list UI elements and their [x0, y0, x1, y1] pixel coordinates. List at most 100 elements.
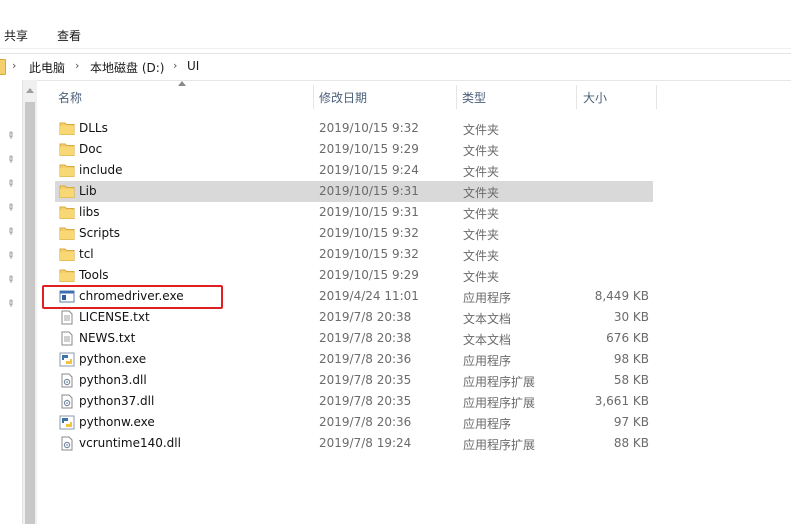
file-type: 应用程序扩展 [463, 396, 536, 410]
scrollbar-thumb[interactable] [25, 102, 35, 524]
navigation-pane[interactable]: ✎ ✎ ✎ ✎ ✎ ✎ ✎ ✎ [0, 80, 22, 524]
file-row[interactable]: python37.dll 2019/7/8 20:35 应用程序扩展 3,661 KB [55, 391, 653, 412]
text-file-icon [59, 331, 75, 346]
folder-icon [59, 226, 75, 241]
address-bar[interactable]: › 此电脑 › 本地磁盘 (D:) › UI [0, 53, 791, 81]
file-type: 文件夹 [463, 165, 500, 179]
file-size: 3,661 KB [594, 394, 649, 408]
column-divider[interactable] [576, 85, 577, 109]
file-date: 2019/7/8 20:36 [319, 415, 412, 429]
folder-icon [59, 121, 75, 136]
file-row[interactable]: NEWS.txt 2019/7/8 20:38 文本文档 676 KB [55, 328, 653, 349]
file-size: 98 KB [613, 352, 649, 366]
folder-icon [59, 184, 75, 199]
file-row[interactable]: pythonw.exe 2019/7/8 20:36 应用程序 97 KB [55, 412, 653, 433]
column-header-name[interactable]: 名称 [58, 84, 82, 112]
file-size: 8,449 KB [594, 289, 649, 303]
folder-icon [59, 247, 75, 262]
text-file-icon [59, 310, 75, 325]
pin-icon: ✎ [3, 201, 17, 215]
folder-icon [59, 268, 75, 283]
file-row[interactable]: vcruntime140.dll 2019/7/8 19:24 应用程序扩展 88 K… [55, 433, 653, 454]
breadcrumb-separator[interactable]: › [173, 59, 177, 72]
dll-icon [59, 373, 75, 388]
pin-icon: ✎ [3, 177, 17, 191]
file-date: 2019/10/15 9:31 [319, 205, 419, 219]
breadcrumb-local-disk[interactable]: 本地磁盘 (D:) [90, 59, 164, 76]
python-icon [59, 352, 75, 367]
file-row[interactable]: DLLs 2019/10/15 9:32 文件夹 [55, 118, 653, 139]
file-name: DLLs [79, 121, 108, 135]
file-name: Lib [79, 184, 97, 198]
folder-icon [0, 59, 6, 75]
pin-icon: ✎ [3, 297, 17, 311]
file-type: 应用程序 [463, 291, 512, 305]
tab-share[interactable]: 共享 [4, 27, 28, 44]
file-row[interactable]: Doc 2019/10/15 9:29 文件夹 [55, 139, 653, 160]
scroll-up-icon[interactable] [26, 88, 34, 93]
file-date: 2019/7/8 20:36 [319, 352, 412, 366]
file-date: 2019/4/24 11:01 [319, 289, 419, 303]
column-divider[interactable] [456, 85, 457, 109]
file-size: 58 KB [613, 373, 649, 387]
file-name: python3.dll [79, 373, 147, 387]
file-date: 2019/7/8 20:35 [319, 394, 412, 408]
column-divider[interactable] [656, 85, 657, 109]
column-header-type[interactable]: 类型 [462, 84, 486, 112]
file-row[interactable]: include 2019/10/15 9:24 文件夹 [55, 160, 653, 181]
file-size: 88 KB [613, 436, 649, 450]
pin-icon: ✎ [3, 153, 17, 167]
file-type: 文件夹 [463, 207, 500, 221]
file-type: 文件夹 [463, 270, 500, 284]
breadcrumb-ui[interactable]: UI [187, 59, 199, 73]
file-row[interactable]: Lib 2019/10/15 9:31 文件夹 [55, 181, 653, 202]
column-header-size[interactable]: 大小 [583, 84, 607, 112]
file-name: Doc [79, 142, 103, 156]
file-date: 2019/10/15 9:29 [319, 268, 419, 282]
file-name: libs [79, 205, 100, 219]
breadcrumb-this-pc[interactable]: 此电脑 [29, 59, 65, 76]
file-name: tcl [79, 247, 94, 261]
file-type: 文本文档 [463, 312, 512, 326]
file-row[interactable]: tcl 2019/10/15 9:32 文件夹 [55, 244, 653, 265]
annotation-highlight-box [42, 285, 223, 309]
breadcrumb-separator[interactable]: › [12, 59, 16, 72]
file-name: NEWS.txt [79, 331, 136, 345]
ribbon: 共享 查看 [0, 0, 791, 49]
pin-icon: ✎ [3, 249, 17, 263]
pin-icon: ✎ [3, 225, 17, 239]
file-type: 文件夹 [463, 123, 500, 137]
breadcrumb-separator[interactable]: › [75, 59, 79, 72]
column-divider[interactable] [313, 85, 314, 109]
file-name: Scripts [79, 226, 121, 240]
file-type: 应用程序 [463, 417, 512, 431]
file-type: 文本文档 [463, 333, 512, 347]
file-date: 2019/10/15 9:32 [319, 121, 419, 135]
file-row[interactable]: libs 2019/10/15 9:31 文件夹 [55, 202, 653, 223]
navigation-scrollbar[interactable] [22, 80, 37, 524]
file-name: pythonw.exe [79, 415, 155, 429]
sort-ascending-icon [178, 81, 186, 86]
pin-icon: ✎ [3, 273, 17, 287]
file-type: 应用程序扩展 [463, 438, 536, 452]
file-name: LICENSE.txt [79, 310, 150, 324]
folder-icon [59, 142, 75, 157]
pin-icon: ✎ [3, 129, 17, 143]
file-date: 2019/10/15 9:24 [319, 163, 419, 177]
file-row[interactable]: Scripts 2019/10/15 9:32 文件夹 [55, 223, 653, 244]
file-type: 应用程序扩展 [463, 375, 536, 389]
file-type: 文件夹 [463, 228, 500, 242]
column-header-date[interactable]: 修改日期 [319, 84, 367, 112]
file-date: 2019/7/8 20:38 [319, 310, 412, 324]
file-date: 2019/10/15 9:32 [319, 247, 419, 261]
file-row[interactable]: LICENSE.txt 2019/7/8 20:38 文本文档 30 KB [55, 307, 653, 328]
folder-icon [59, 163, 75, 178]
file-name: vcruntime140.dll [79, 436, 181, 450]
file-row[interactable]: Tools 2019/10/15 9:29 文件夹 [55, 265, 653, 286]
folder-icon [59, 205, 75, 220]
file-row[interactable]: python3.dll 2019/7/8 20:35 应用程序扩展 58 KB [55, 370, 653, 391]
file-type: 应用程序 [463, 354, 512, 368]
file-size: 676 KB [606, 331, 649, 345]
file-row[interactable]: python.exe 2019/7/8 20:36 应用程序 98 KB [55, 349, 653, 370]
tab-view[interactable]: 查看 [57, 27, 81, 44]
